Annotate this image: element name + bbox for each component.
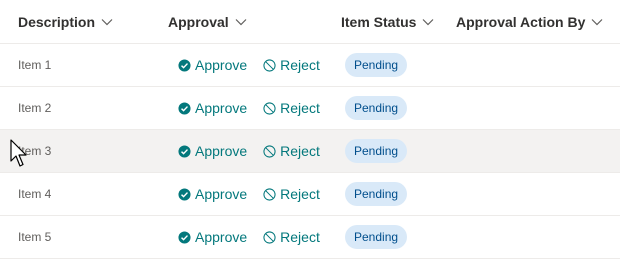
blocked-icon [263, 101, 276, 115]
approval-actions: Approve Reject [178, 173, 320, 215]
item-description: Item 4 [18, 187, 52, 201]
check-circle-icon [178, 230, 191, 244]
status-badge: Pending [345, 96, 408, 120]
check-circle-icon [178, 58, 191, 72]
chevron-down-icon [422, 18, 434, 26]
reject-label: Reject [280, 143, 320, 159]
list-view: Description Approval Item Status Approva… [0, 0, 620, 259]
check-circle-icon [178, 187, 191, 201]
column-header-label: Description [18, 14, 96, 30]
chevron-down-icon [101, 18, 113, 26]
column-header-label: Item Status [341, 14, 417, 30]
reject-button[interactable]: Reject [263, 100, 320, 116]
approve-button[interactable]: Approve [178, 100, 247, 116]
approve-button[interactable]: Approve [178, 57, 247, 73]
approve-button[interactable]: Approve [178, 229, 247, 245]
reject-label: Reject [280, 57, 320, 73]
check-circle-icon [178, 101, 191, 115]
approve-button[interactable]: Approve [178, 143, 247, 159]
approve-label: Approve [195, 143, 248, 159]
status-badge: Pending [345, 225, 408, 249]
reject-button[interactable]: Reject [263, 143, 320, 159]
chevron-down-icon [591, 18, 603, 26]
table-row[interactable]: Item 5 Approve Reject Pending [0, 216, 620, 259]
item-status-cell: Pending [345, 216, 408, 258]
item-status-cell: Pending [345, 44, 408, 86]
table-row[interactable]: Item 1 Approve Reject Pending [0, 44, 620, 87]
item-description: Item 1 [18, 58, 52, 72]
item-description: Item 2 [18, 101, 52, 115]
item-description: Item 5 [18, 230, 52, 244]
approval-actions: Approve Reject [178, 44, 320, 86]
table-row[interactable]: Item 2 Approve Reject Pending [0, 87, 620, 130]
status-badge: Pending [345, 139, 408, 163]
list-header: Description Approval Item Status Approva… [0, 0, 620, 44]
approval-actions: Approve Reject [178, 130, 320, 172]
column-header-approval[interactable]: Approval [168, 0, 247, 44]
blocked-icon [263, 230, 276, 244]
approve-label: Approve [195, 186, 248, 202]
column-header-label: Approval [168, 14, 229, 30]
reject-label: Reject [280, 229, 320, 245]
blocked-icon [263, 144, 276, 158]
mouse-pointer-icon [10, 139, 30, 169]
approve-label: Approve [195, 57, 248, 73]
blocked-icon [263, 58, 276, 72]
table-row[interactable]: Item 4 Approve Reject Pending [0, 173, 620, 216]
column-header-label: Approval Action By [456, 14, 586, 30]
item-status-cell: Pending [345, 173, 408, 215]
column-header-description[interactable]: Description [18, 0, 113, 44]
item-status-cell: Pending [345, 130, 408, 172]
reject-button[interactable]: Reject [263, 186, 320, 202]
status-badge: Pending [345, 53, 408, 77]
approval-actions: Approve Reject [178, 216, 320, 258]
reject-label: Reject [280, 100, 320, 116]
status-badge: Pending [345, 182, 408, 206]
chevron-down-icon [235, 18, 247, 26]
approve-label: Approve [195, 100, 248, 116]
reject-label: Reject [280, 186, 320, 202]
item-status-cell: Pending [345, 87, 408, 129]
check-circle-icon [178, 144, 191, 158]
blocked-icon [263, 187, 276, 201]
reject-button[interactable]: Reject [263, 57, 320, 73]
column-header-approval-action-by[interactable]: Approval Action By [456, 0, 603, 44]
approve-button[interactable]: Approve [178, 186, 247, 202]
approve-label: Approve [195, 229, 248, 245]
table-row[interactable]: Item 3 Approve Reject Pending [0, 130, 620, 173]
approval-actions: Approve Reject [178, 87, 320, 129]
column-header-item-status[interactable]: Item Status [341, 0, 434, 44]
reject-button[interactable]: Reject [263, 229, 320, 245]
